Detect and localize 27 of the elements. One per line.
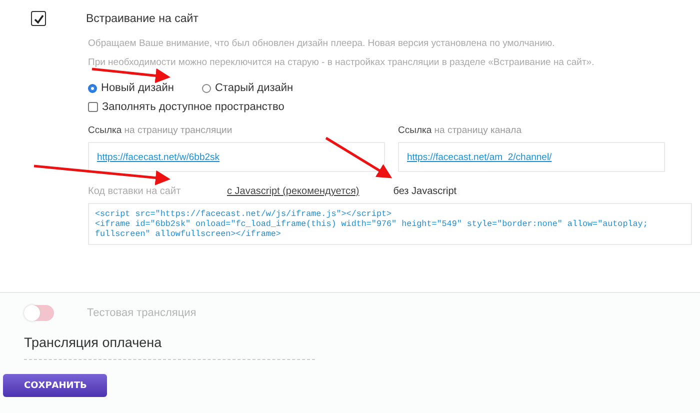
design-radio[interactable]: Старый дизайн: [202, 82, 294, 94]
link-field[interactable]: https://facecast.net/w/6bb2sk: [88, 142, 385, 172]
checkbox-icon[interactable]: [88, 102, 98, 112]
field-label-hint: на страницу трансляции: [124, 125, 232, 136]
code-tab[interactable]: без Javascript: [393, 186, 457, 197]
url-link[interactable]: https://facecast.net/am_2/channel/: [407, 152, 552, 162]
toggle-label: Тестовая трансляция: [87, 307, 196, 319]
code-box[interactable]: <script src="https://facecast.net/w/js/iframe.js"></script> <iframe id="6bb2sk" onload="fc_load_iframe(this) width="976" height="549" style="border:none" allow="autoplay; fullscreen" allowfullscreen></iframe>: [88, 203, 692, 246]
toggle-switch[interactable]: [24, 305, 54, 321]
field-label-hint: на страницу канала: [434, 125, 522, 136]
paid-label: Трансляция оплачена: [24, 335, 315, 360]
link-field[interactable]: https://facecast.net/am_2/channel/: [398, 142, 665, 172]
notice-text: Обращаем Ваше внимание, что был обновлен дизайн плеера. Новая версия установлена по умолчанию.: [88, 38, 556, 49]
radio-icon[interactable]: [88, 84, 97, 92]
fill-space-checkbox[interactable]: Заполнять доступное пространство: [88, 101, 700, 113]
url-link[interactable]: https://facecast.net/w/6bb2sk: [97, 152, 220, 162]
code-label: Код вставки на сайт: [88, 186, 182, 197]
checkbox[interactable]: [31, 11, 46, 26]
field-label: Ссылка: [398, 125, 432, 136]
save-button[interactable]: СОХРАНИТЬ: [3, 374, 107, 397]
notice-text: При необходимости можно переключится на старую - в настройках трансляции в разделе «Встраивание на сайт».: [88, 57, 596, 68]
radio-icon[interactable]: [202, 84, 211, 92]
code-tab[interactable]: с Javascript (рекомендуется): [227, 186, 360, 197]
field-label: Ссылка: [88, 125, 122, 136]
section-title: Встраивание на сайт: [86, 12, 198, 24]
design-radio[interactable]: Новый дизайн: [88, 82, 174, 94]
annotation-arrow: [325, 136, 392, 178]
